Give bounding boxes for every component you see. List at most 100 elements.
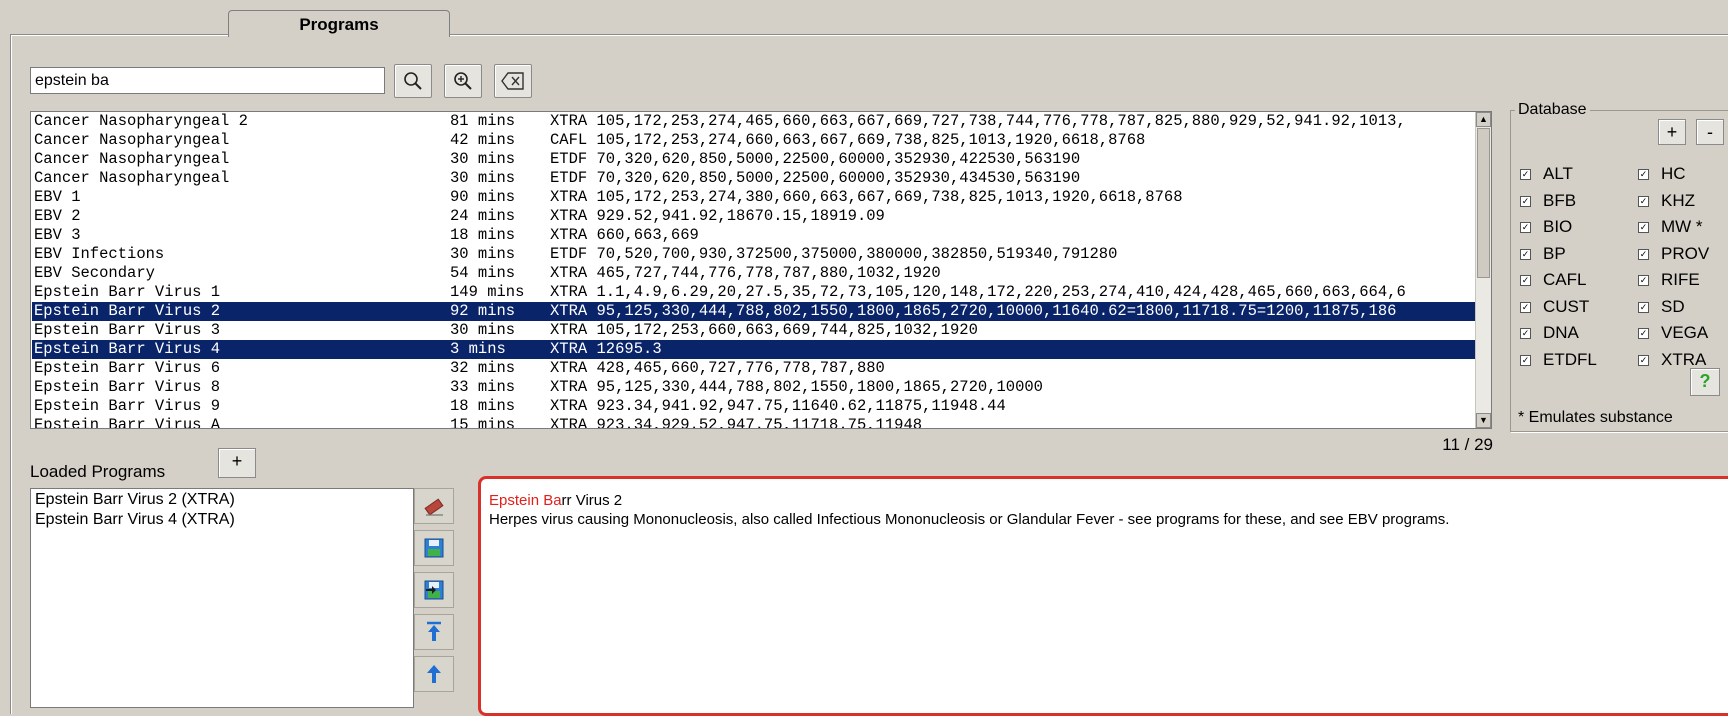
program-frequencies: XTRA 95,125,330,444,788,802,1550,1800,18… bbox=[550, 302, 1397, 320]
program-row[interactable]: Epstein Barr Virus 4 3 mins XTRA 12695.3 bbox=[32, 340, 1476, 359]
database-label: XTRA bbox=[1661, 349, 1707, 369]
database-checkbox[interactable]: ✓ ALT bbox=[1520, 164, 1597, 184]
description-title: Epstein Barr Virus 2 bbox=[489, 491, 1728, 510]
loaded-program-item[interactable]: Epstein Barr Virus 4 (XTRA) bbox=[35, 510, 409, 530]
program-name: Epstein Barr Virus 6 bbox=[34, 359, 221, 377]
loaded-program-item[interactable]: Epstein Barr Virus 2 (XTRA) bbox=[35, 490, 409, 510]
database-checkbox[interactable]: ✓ HC bbox=[1638, 164, 1709, 184]
save-button[interactable] bbox=[414, 530, 454, 566]
search-button[interactable] bbox=[394, 64, 432, 98]
database-label: BFB bbox=[1543, 190, 1577, 210]
arrow-top-icon bbox=[427, 621, 441, 641]
checkbox-icon[interactable]: ✓ bbox=[1638, 301, 1649, 313]
loaded-add-button[interactable]: + bbox=[218, 448, 256, 478]
program-name: Cancer Nasopharyngeal bbox=[34, 169, 230, 187]
clear-search-button[interactable] bbox=[494, 64, 532, 98]
loaded-programs-list[interactable]: Epstein Barr Virus 2 (XTRA) Epstein Barr … bbox=[30, 488, 414, 708]
program-row[interactable]: Cancer Nasopharyngeal 42 mins CAFL 105,172… bbox=[32, 131, 1476, 150]
database-checkbox[interactable]: ✓ ETDFL bbox=[1520, 350, 1597, 370]
checkbox-icon[interactable]: ✓ bbox=[1638, 169, 1649, 180]
database-checkbox[interactable]: ✓ VEGA bbox=[1638, 323, 1709, 343]
database-checkbox[interactable]: ✓ RIFE bbox=[1638, 270, 1709, 290]
program-row[interactable]: EBV Infections 30 mins ETDF 70,520,700,930… bbox=[32, 245, 1476, 264]
checkbox-icon[interactable]: ✓ bbox=[1520, 354, 1531, 366]
checkbox-icon[interactable]: ✓ bbox=[1638, 195, 1649, 207]
checkbox-icon[interactable]: ✓ bbox=[1638, 354, 1649, 366]
program-duration: 92 mins bbox=[450, 302, 516, 320]
remove-program-button[interactable] bbox=[414, 488, 454, 524]
checkbox-icon[interactable]: ✓ bbox=[1520, 222, 1531, 233]
database-legend: Database bbox=[1515, 101, 1590, 119]
program-row[interactable]: Epstein Barr Virus 6 32 mins XTRA 428,465,… bbox=[32, 359, 1476, 378]
program-name: EBV 1 bbox=[34, 188, 81, 206]
database-checkbox[interactable]: ✓ BIO bbox=[1520, 217, 1597, 237]
program-duration: 30 mins bbox=[450, 150, 516, 168]
move-to-top-button[interactable] bbox=[414, 614, 454, 650]
database-label: RIFE bbox=[1661, 270, 1700, 289]
database-checkbox[interactable]: ✓ CUST bbox=[1520, 297, 1597, 317]
save-as-button[interactable] bbox=[414, 572, 454, 608]
program-list-scrollbar[interactable]: ▲ ▼ bbox=[1475, 112, 1491, 428]
program-row[interactable]: Epstein Barr Virus 9 18 mins XTRA 923.34,9… bbox=[32, 397, 1476, 416]
program-name: EBV Secondary bbox=[34, 264, 155, 282]
database-label: KHZ bbox=[1661, 190, 1695, 210]
database-label: CUST bbox=[1543, 296, 1590, 316]
save-icon bbox=[424, 538, 444, 558]
scroll-up-arrow-icon[interactable]: ▲ bbox=[1476, 112, 1491, 127]
program-row[interactable]: Cancer Nasopharyngeal 2 81 mins XTRA 105,1… bbox=[32, 112, 1476, 131]
program-row[interactable]: Epstein Barr Virus 2 92 mins XTRA 95,125,3… bbox=[32, 302, 1476, 321]
database-label: ETDFL bbox=[1543, 349, 1597, 369]
program-name: EBV Infections bbox=[34, 245, 165, 263]
program-frequencies: ETDF 70,320,620,850,5000,22500,60000,352… bbox=[550, 169, 1081, 187]
checkbox-icon[interactable]: ✓ bbox=[1638, 328, 1649, 339]
program-row[interactable]: EBV 1 90 mins XTRA 105,172,253,274,380,660… bbox=[32, 188, 1476, 207]
database-checkbox[interactable]: ✓ SD bbox=[1638, 297, 1709, 317]
program-row[interactable]: Epstein Barr Virus 3 30 mins XTRA 105,172,… bbox=[32, 321, 1476, 340]
zoom-search-button[interactable] bbox=[444, 64, 482, 98]
checkbox-icon[interactable]: ✓ bbox=[1520, 328, 1531, 339]
program-row[interactable]: EBV Secondary 54 mins XTRA 465,727,744,776… bbox=[32, 264, 1476, 283]
program-duration: 30 mins bbox=[450, 321, 516, 339]
program-row[interactable]: Epstein Barr Virus A 15 mins XTRA 923.34,9… bbox=[32, 416, 1476, 429]
database-checkbox[interactable]: ✓ CAFL bbox=[1520, 270, 1597, 290]
program-row[interactable]: Epstein Barr Virus 1 149 mins XTRA 1.1,4.9… bbox=[32, 283, 1476, 302]
checkbox-icon[interactable]: ✓ bbox=[1520, 275, 1531, 286]
checkbox-icon[interactable]: ✓ bbox=[1520, 301, 1531, 313]
program-frequencies: XTRA 12695.3 bbox=[550, 340, 662, 358]
database-checkbox[interactable]: ✓ MW * bbox=[1638, 217, 1709, 237]
scroll-thumb[interactable] bbox=[1477, 128, 1490, 278]
program-row[interactable]: Epstein Barr Virus 8 33 mins XTRA 95,125,3… bbox=[32, 378, 1476, 397]
program-duration: 90 mins bbox=[450, 188, 516, 206]
program-name: Epstein Barr Virus 9 bbox=[34, 397, 221, 415]
program-duration: 32 mins bbox=[450, 359, 516, 377]
program-row[interactable]: EBV 3 18 mins XTRA 660,663,669 bbox=[32, 226, 1476, 245]
checkbox-icon[interactable]: ✓ bbox=[1520, 169, 1531, 180]
backspace-icon bbox=[501, 72, 524, 90]
program-frequencies: XTRA 105,172,253,660,663,669,744,825,103… bbox=[550, 321, 978, 339]
database-checkbox[interactable]: ✓ BP bbox=[1520, 244, 1597, 264]
program-row[interactable]: Cancer Nasopharyngeal 30 mins ETDF 70,320,… bbox=[32, 169, 1476, 188]
checkbox-icon[interactable]: ✓ bbox=[1520, 195, 1531, 207]
search-input[interactable] bbox=[30, 67, 385, 94]
move-up-button[interactable] bbox=[414, 656, 454, 692]
database-checkbox[interactable]: ✓ KHZ bbox=[1638, 191, 1709, 211]
database-add-button[interactable]: + bbox=[1658, 119, 1686, 145]
program-frequencies: XTRA 923.34,929.52,947.75,11718.75,11948 bbox=[550, 416, 923, 429]
database-remove-button[interactable]: - bbox=[1696, 119, 1724, 145]
program-list[interactable]: Cancer Nasopharyngeal 2 81 mins XTRA 105,1… bbox=[30, 111, 1492, 429]
database-checkbox[interactable]: ✓ BFB bbox=[1520, 191, 1597, 211]
checkbox-icon[interactable]: ✓ bbox=[1520, 248, 1531, 260]
help-button[interactable]: ? bbox=[1690, 368, 1720, 396]
database-checkbox[interactable]: ✓ DNA bbox=[1520, 323, 1597, 343]
program-row[interactable]: EBV 2 24 mins XTRA 929.52,941.92,18670.15,… bbox=[32, 207, 1476, 226]
database-checkbox[interactable]: ✓ PROV bbox=[1638, 244, 1709, 264]
checkbox-icon[interactable]: ✓ bbox=[1638, 222, 1649, 233]
program-row[interactable]: Cancer Nasopharyngeal 30 mins ETDF 70,320,… bbox=[32, 150, 1476, 169]
tab-programs[interactable]: Programs bbox=[228, 10, 450, 37]
program-frequencies: XTRA 105,172,253,274,380,660,663,667,669… bbox=[550, 188, 1183, 206]
program-name: Epstein Barr Virus 8 bbox=[34, 378, 221, 396]
database-checkbox[interactable]: ✓ XTRA bbox=[1638, 350, 1709, 370]
checkbox-icon[interactable]: ✓ bbox=[1638, 248, 1649, 260]
scroll-down-arrow-icon[interactable]: ▼ bbox=[1476, 413, 1491, 428]
checkbox-icon[interactable]: ✓ bbox=[1638, 275, 1649, 286]
